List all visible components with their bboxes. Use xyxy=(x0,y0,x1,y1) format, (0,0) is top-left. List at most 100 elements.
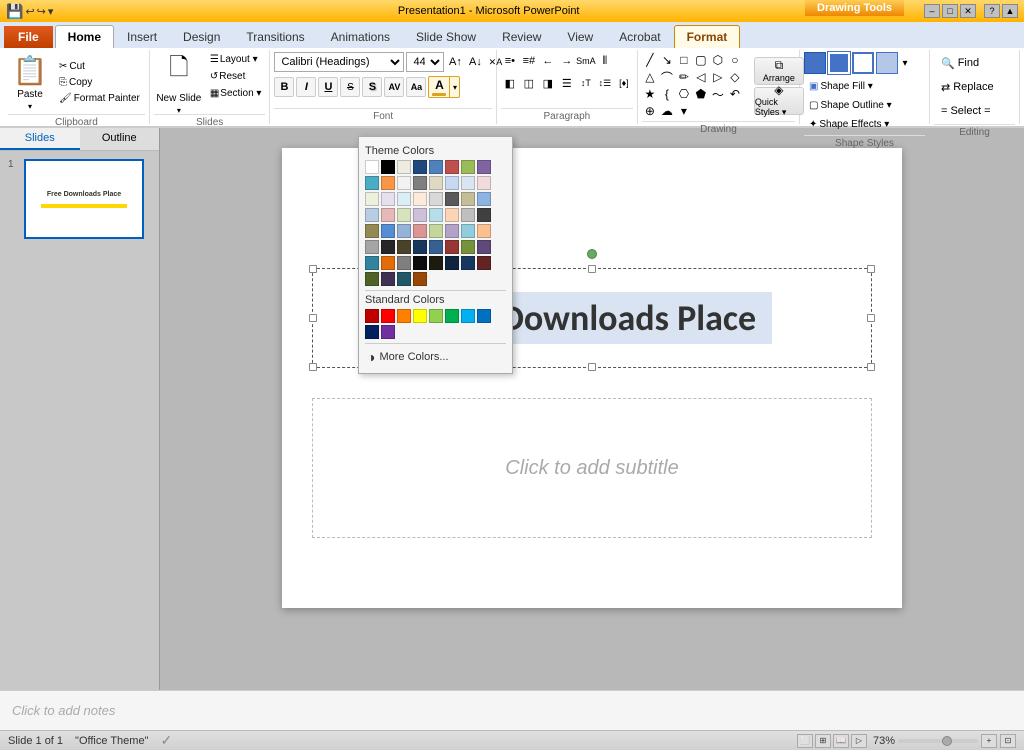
shape-outline-button[interactable]: ▢ Shape Outline ▾ xyxy=(804,96,897,114)
subtitle-placeholder[interactable]: Click to add subtitle xyxy=(505,457,678,480)
theme-color-swatch[interactable] xyxy=(445,208,459,222)
theme-color-swatch[interactable] xyxy=(381,240,395,254)
shape-cloud[interactable]: ☁ xyxy=(659,103,675,119)
theme-color-swatch[interactable] xyxy=(429,208,443,222)
tab-review[interactable]: Review xyxy=(489,25,554,48)
shape-freeform[interactable]: ✏ xyxy=(676,69,692,85)
theme-color-swatch[interactable] xyxy=(413,272,427,286)
theme-color-swatch[interactable] xyxy=(429,256,443,270)
copy-button[interactable]: ⎘ Copy xyxy=(54,75,145,90)
tab-slideshow[interactable]: Slide Show xyxy=(403,25,489,48)
bullets-button[interactable]: ≡• xyxy=(501,52,519,70)
shape-more2[interactable]: △ xyxy=(642,69,658,85)
help-btn[interactable]: ? xyxy=(984,4,1000,18)
shape-rect[interactable]: □ xyxy=(676,52,692,68)
theme-color-swatch[interactable] xyxy=(365,272,379,286)
handle-mr[interactable] xyxy=(867,314,875,322)
standard-color-swatch[interactable] xyxy=(397,309,411,323)
shape-star[interactable]: ★ xyxy=(642,86,658,102)
tab-design[interactable]: Design xyxy=(170,25,233,48)
handle-tl[interactable] xyxy=(309,265,317,273)
slides-tab[interactable]: Slides xyxy=(0,128,80,150)
theme-color-swatch[interactable] xyxy=(477,240,491,254)
theme-color-swatch[interactable] xyxy=(365,224,379,238)
shape-more3[interactable]: ⎔ xyxy=(676,86,692,102)
shape-more4[interactable]: ⬟ xyxy=(693,86,709,102)
theme-color-swatch[interactable] xyxy=(461,176,475,190)
shape-style-1[interactable] xyxy=(804,52,826,74)
change-case-button[interactable]: Aa xyxy=(406,77,426,97)
handle-bm[interactable] xyxy=(588,363,596,371)
shape-rounded-rect[interactable]: ▢ xyxy=(693,52,709,68)
zoom-fit-button[interactable]: ⊡ xyxy=(1000,734,1016,748)
standard-color-swatch[interactable] xyxy=(365,325,379,339)
tab-file[interactable]: File xyxy=(4,26,53,48)
theme-color-swatch[interactable] xyxy=(381,160,395,174)
theme-color-swatch[interactable] xyxy=(413,208,427,222)
theme-color-swatch[interactable] xyxy=(461,192,475,206)
theme-color-swatch[interactable] xyxy=(413,224,427,238)
zoom-thumb[interactable] xyxy=(942,736,952,746)
theme-color-swatch[interactable] xyxy=(445,240,459,254)
bold-button[interactable]: B xyxy=(274,77,294,97)
font-name-select[interactable]: Calibri (Headings) xyxy=(274,52,404,72)
handle-bl[interactable] xyxy=(309,363,317,371)
theme-color-swatch[interactable] xyxy=(397,192,411,206)
quick-styles-button[interactable]: ◈ Quick Styles ▾ xyxy=(754,87,804,115)
theme-color-swatch[interactable] xyxy=(445,192,459,206)
shape-line[interactable]: ╱ xyxy=(642,52,658,68)
shape-more5[interactable]: ⊕ xyxy=(642,103,658,119)
outline-tab[interactable]: Outline xyxy=(80,128,160,150)
theme-color-swatch[interactable] xyxy=(365,192,379,206)
theme-color-swatch[interactable] xyxy=(397,160,411,174)
handle-br[interactable] xyxy=(867,363,875,371)
zoom-in-button[interactable]: + xyxy=(981,734,997,748)
theme-color-swatch[interactable] xyxy=(381,208,395,222)
new-slide-button[interactable]: 🗋 New Slide ▾ xyxy=(154,52,204,112)
standard-color-swatch[interactable] xyxy=(365,309,379,323)
theme-color-swatch[interactable] xyxy=(429,192,443,206)
theme-color-swatch[interactable] xyxy=(429,176,443,190)
theme-color-swatch[interactable] xyxy=(381,256,395,270)
align-left-button[interactable]: ◧ xyxy=(501,74,519,92)
close-btn[interactable]: ✕ xyxy=(960,4,976,18)
theme-color-swatch[interactable] xyxy=(477,224,491,238)
shape-styles-more[interactable]: ▾ xyxy=(900,52,910,74)
tab-insert[interactable]: Insert xyxy=(114,25,170,48)
standard-color-swatch[interactable] xyxy=(461,309,475,323)
font-color-dropdown-button[interactable]: ▾ xyxy=(450,76,460,98)
theme-color-swatch[interactable] xyxy=(381,192,395,206)
increase-font-button[interactable]: A↑ xyxy=(446,53,464,71)
font-size-select[interactable]: 44 xyxy=(406,52,444,72)
text-direction-button[interactable]: ↕T xyxy=(577,74,595,92)
slideshow-button[interactable]: ▷ xyxy=(851,734,867,748)
theme-color-swatch[interactable] xyxy=(413,240,427,254)
rotate-handle[interactable] xyxy=(587,249,597,259)
reading-view-button[interactable]: 📖 xyxy=(833,734,849,748)
shape-effects-button[interactable]: ✦ Shape Effects ▾ xyxy=(804,115,894,133)
columns-button[interactable]: ⫴ xyxy=(596,52,614,70)
window-controls[interactable]: – □ ✕ ? ▲ xyxy=(924,4,1018,18)
smart-art-button[interactable]: SmA xyxy=(577,52,595,70)
theme-color-swatch[interactable] xyxy=(397,272,411,286)
handle-tm[interactable] xyxy=(588,265,596,273)
tab-animations[interactable]: Animations xyxy=(318,25,403,48)
theme-color-swatch[interactable] xyxy=(461,160,475,174)
theme-color-swatch[interactable] xyxy=(461,256,475,270)
theme-color-swatch[interactable] xyxy=(381,224,395,238)
theme-color-swatch[interactable] xyxy=(445,176,459,190)
convert-to-smartart-button[interactable]: [♦] xyxy=(615,74,633,92)
subtitle-text-box[interactable]: Click to add subtitle xyxy=(312,398,872,538)
strikethrough-button[interactable]: S xyxy=(340,77,360,97)
underline-button[interactable]: U xyxy=(318,77,338,97)
notes-area[interactable]: Click to add notes xyxy=(0,690,1024,730)
char-spacing-button[interactable]: AV xyxy=(384,77,404,97)
notes-placeholder[interactable]: Click to add notes xyxy=(12,703,115,718)
shape-style-4[interactable] xyxy=(876,52,898,74)
theme-color-swatch[interactable] xyxy=(477,208,491,222)
shape-more1[interactable]: ⬡ xyxy=(710,52,726,68)
shape-style-3[interactable] xyxy=(852,52,874,74)
handle-ml[interactable] xyxy=(309,314,317,322)
reset-button[interactable]: ↺ Reset xyxy=(206,69,266,84)
shapes-dropdown[interactable]: ▾ xyxy=(676,103,692,119)
